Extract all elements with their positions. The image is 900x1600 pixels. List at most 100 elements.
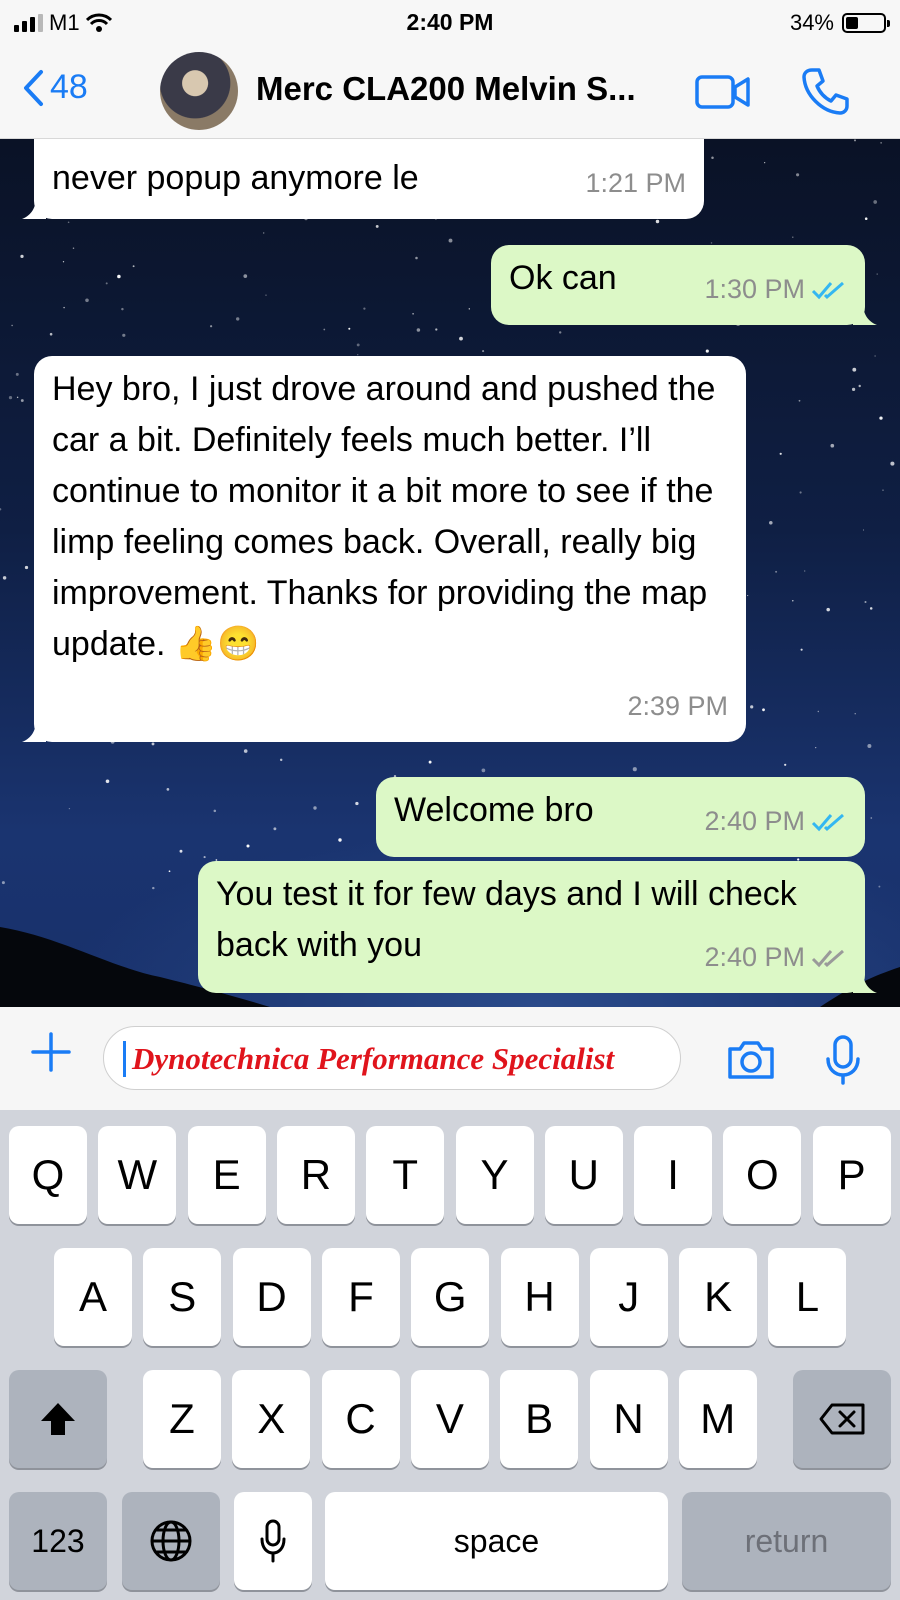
star bbox=[68, 807, 71, 810]
backspace-key[interactable] bbox=[793, 1370, 891, 1468]
key-u[interactable]: U bbox=[544, 1126, 623, 1224]
star bbox=[213, 809, 217, 813]
text-cursor bbox=[123, 1041, 126, 1077]
read-receipt-icon bbox=[811, 281, 844, 299]
star bbox=[826, 607, 830, 612]
key-k[interactable]: K bbox=[679, 1248, 758, 1346]
dictation-key[interactable] bbox=[234, 1492, 312, 1590]
message-list[interactable]: never popup anymore le 1:21 PM Ok can 1:… bbox=[0, 139, 900, 1007]
star bbox=[764, 162, 766, 164]
phone-icon[interactable] bbox=[800, 66, 850, 116]
star bbox=[243, 274, 248, 278]
back-button[interactable]: 48 bbox=[22, 68, 88, 107]
star bbox=[265, 294, 267, 296]
star bbox=[481, 768, 486, 773]
timestamp: 2:40 PM bbox=[704, 942, 805, 972]
key-h[interactable]: H bbox=[500, 1248, 579, 1346]
star bbox=[482, 350, 485, 353]
star bbox=[870, 817, 873, 819]
star bbox=[798, 399, 801, 402]
key-w[interactable]: W bbox=[98, 1126, 177, 1224]
message-outgoing[interactable]: You test it for few days and I will chec… bbox=[198, 861, 877, 993]
star bbox=[356, 343, 360, 347]
message-outgoing[interactable]: Ok can 1:30 PM bbox=[491, 245, 877, 325]
mic-icon[interactable] bbox=[825, 1035, 861, 1085]
star bbox=[784, 763, 787, 766]
message-incoming[interactable]: never popup anymore le 1:21 PM bbox=[22, 139, 704, 219]
message-input-value: Dynotechnica Performance Specialist bbox=[132, 1041, 615, 1076]
message-input[interactable]: Dynotechnica Performance Specialist bbox=[103, 1026, 681, 1090]
key-i[interactable]: I bbox=[634, 1126, 713, 1224]
star bbox=[435, 328, 438, 331]
key-j[interactable]: J bbox=[589, 1248, 668, 1346]
bubble-tail bbox=[853, 303, 877, 325]
dictation-mic-icon bbox=[260, 1519, 286, 1563]
star bbox=[864, 217, 868, 220]
key-b[interactable]: B bbox=[500, 1370, 579, 1468]
star bbox=[67, 221, 70, 224]
key-g[interactable]: G bbox=[411, 1248, 490, 1346]
star bbox=[15, 372, 19, 376]
message-incoming[interactable]: Hey bro, I just drove around and pushed … bbox=[22, 356, 746, 742]
star bbox=[632, 767, 637, 772]
return-key[interactable]: return bbox=[682, 1492, 891, 1590]
star bbox=[375, 224, 379, 228]
key-d[interactable]: D bbox=[232, 1248, 311, 1346]
star bbox=[62, 261, 65, 263]
chat-header: 48 Merc CLA200 Melvin S... bbox=[0, 46, 900, 139]
star bbox=[412, 312, 414, 315]
star bbox=[348, 327, 351, 330]
star bbox=[804, 570, 806, 572]
key-m[interactable]: M bbox=[678, 1370, 757, 1468]
space-key[interactable]: space bbox=[325, 1492, 668, 1590]
bubble-tail bbox=[853, 971, 877, 993]
key-a[interactable]: A bbox=[54, 1248, 132, 1346]
star bbox=[779, 452, 782, 455]
key-o[interactable]: O bbox=[723, 1126, 802, 1224]
numbers-key[interactable]: 123 bbox=[9, 1492, 107, 1590]
key-p[interactable]: P bbox=[812, 1126, 891, 1224]
star bbox=[876, 273, 878, 275]
backspace-icon bbox=[819, 1403, 865, 1435]
status-bar: M1 2:40 PM 34% bbox=[0, 0, 900, 46]
key-t[interactable]: T bbox=[366, 1126, 445, 1224]
shift-key[interactable] bbox=[9, 1370, 107, 1468]
star bbox=[800, 648, 803, 651]
star bbox=[792, 600, 794, 602]
star bbox=[459, 336, 463, 341]
star bbox=[864, 600, 867, 604]
timestamp: 2:39 PM bbox=[627, 691, 728, 721]
key-r[interactable]: R bbox=[276, 1126, 355, 1224]
bubble-tail bbox=[22, 197, 46, 219]
key-s[interactable]: S bbox=[143, 1248, 222, 1346]
key-e[interactable]: E bbox=[187, 1126, 266, 1224]
star bbox=[117, 274, 121, 279]
star bbox=[655, 219, 660, 224]
star bbox=[468, 308, 470, 310]
message-outgoing[interactable]: Welcome bro 2:40 PM bbox=[376, 777, 865, 857]
key-n[interactable]: N bbox=[589, 1370, 668, 1468]
message-text: Ok can bbox=[509, 259, 617, 297]
key-v[interactable]: V bbox=[410, 1370, 489, 1468]
star bbox=[323, 328, 326, 331]
key-z[interactable]: Z bbox=[143, 1370, 221, 1468]
avatar[interactable] bbox=[160, 52, 238, 130]
unread-count: 48 bbox=[50, 68, 88, 106]
globe-key[interactable] bbox=[122, 1492, 220, 1590]
read-receipt-icon bbox=[811, 813, 844, 831]
key-y[interactable]: Y bbox=[455, 1126, 534, 1224]
video-call-icon[interactable] bbox=[694, 74, 752, 110]
key-x[interactable]: X bbox=[232, 1370, 311, 1468]
key-q[interactable]: Q bbox=[9, 1126, 87, 1224]
star bbox=[558, 331, 562, 334]
star bbox=[852, 367, 857, 372]
plus-icon[interactable] bbox=[30, 1031, 72, 1073]
key-f[interactable]: F bbox=[321, 1248, 400, 1346]
camera-icon[interactable] bbox=[726, 1039, 776, 1081]
key-l[interactable]: L bbox=[768, 1248, 847, 1346]
contact-name[interactable]: Merc CLA200 Melvin S... bbox=[256, 70, 636, 108]
star bbox=[179, 849, 183, 853]
key-c[interactable]: C bbox=[321, 1370, 400, 1468]
message-time: 2:40 PM bbox=[704, 796, 847, 847]
timestamp: 1:21 PM bbox=[585, 168, 686, 198]
